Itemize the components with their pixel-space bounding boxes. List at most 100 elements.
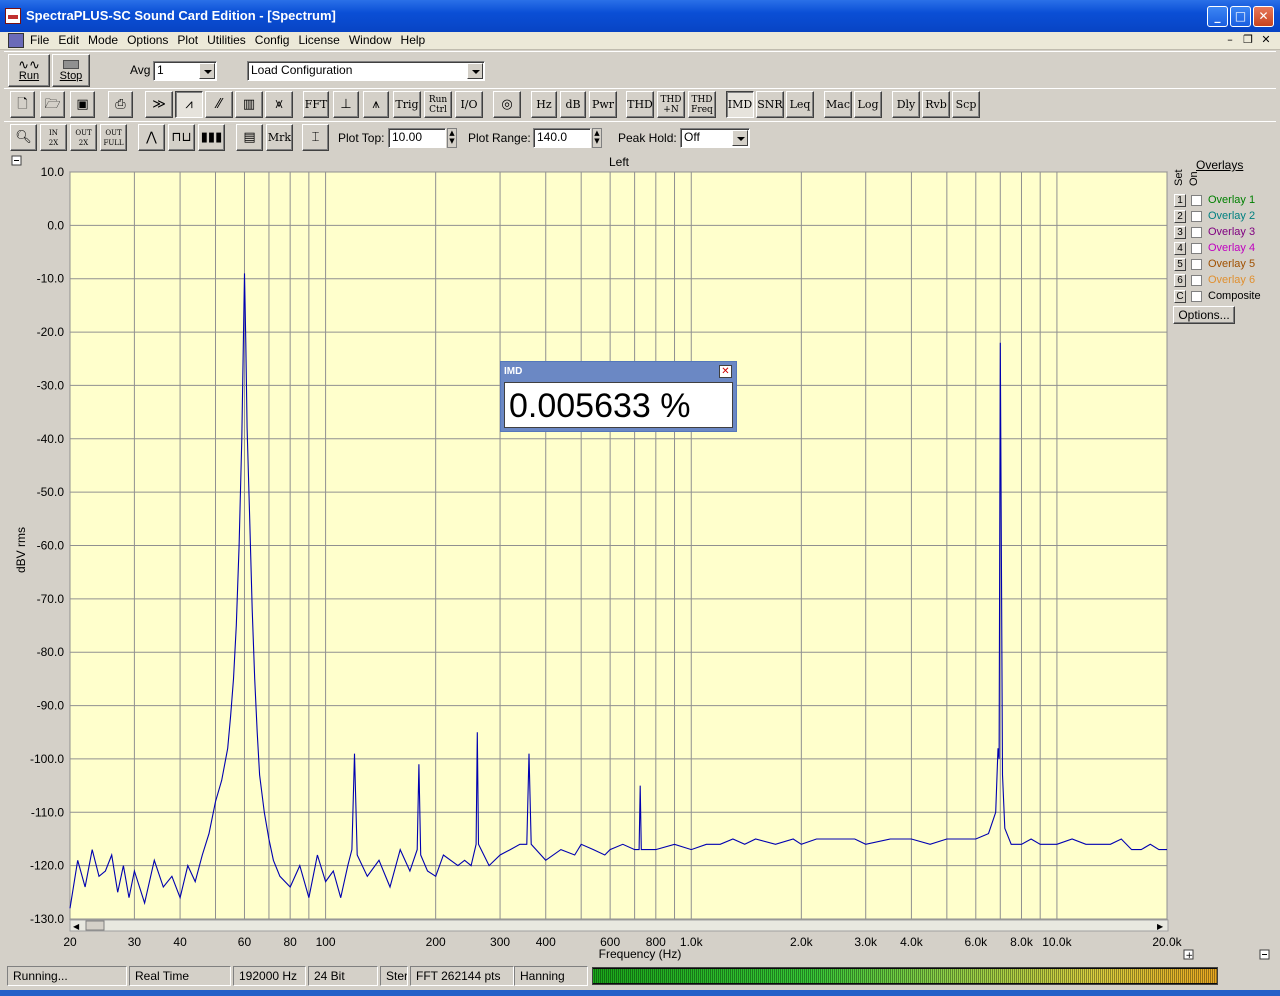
overlay-checkbox[interactable]: [1191, 242, 1202, 254]
marker-label: Mrk: [267, 130, 292, 144]
scrollbar-thumb[interactable]: [85, 920, 105, 931]
mdi-close-button[interactable]: ✕: [1258, 33, 1274, 47]
leq-button[interactable]: Leq: [786, 91, 814, 118]
plot-range-input[interactable]: 140.0: [533, 128, 591, 148]
calibrate-button[interactable]: ⩚: [363, 91, 389, 118]
menu-mode[interactable]: Mode: [88, 33, 122, 47]
close-button[interactable]: ✕: [1253, 6, 1274, 27]
overlay-checkbox[interactable]: [1191, 226, 1202, 238]
plot-top-input[interactable]: 10.00: [388, 128, 446, 148]
snr-button[interactable]: SNR: [756, 91, 784, 118]
delay-label: Dly: [896, 97, 916, 111]
overlay-options-button[interactable]: Options...: [1173, 306, 1235, 324]
chevron-down-icon[interactable]: [199, 63, 215, 79]
io-button[interactable]: I/O: [455, 91, 483, 118]
overlay-label: Composite: [1208, 290, 1261, 302]
thd-button[interactable]: THD: [626, 91, 654, 118]
3d-surface-button[interactable]: ⩙: [265, 91, 293, 118]
peak-hold-select[interactable]: Off: [680, 128, 750, 148]
log-button[interactable]: Log: [854, 91, 882, 118]
hz-button[interactable]: Hz: [531, 91, 557, 118]
overlay-checkbox[interactable]: [1191, 194, 1202, 206]
bar-plot-button[interactable]: ▮▮▮: [198, 124, 225, 151]
overlay-checkbox[interactable]: [1191, 258, 1202, 270]
overlay-set-button[interactable]: 3: [1174, 225, 1186, 239]
step-plot-button[interactable]: ⊓⊔: [168, 124, 195, 151]
chevron-down-icon[interactable]: [467, 63, 483, 79]
minimize-button[interactable]: _: [1207, 6, 1228, 27]
horizontal-scrollbar[interactable]: [69, 919, 1169, 932]
imd-button[interactable]: IMD: [726, 91, 754, 118]
menu-options[interactable]: Options: [127, 33, 172, 47]
run-button[interactable]: ∿∿ Run: [8, 54, 50, 87]
macro-button[interactable]: Mac: [824, 91, 852, 118]
spectrogram-button[interactable]: ▥: [235, 91, 263, 118]
trigger-label: Trig: [395, 97, 419, 111]
zoom-button[interactable]: 🔍︎: [10, 124, 37, 151]
y-tick-label: -130.0: [30, 912, 64, 926]
trigger-button[interactable]: Trig: [393, 91, 421, 118]
menu-config[interactable]: Config: [255, 33, 294, 47]
autoscale-button[interactable]: ⌶: [302, 124, 329, 151]
line-plot-button[interactable]: ⋀: [138, 124, 165, 151]
new-file-button[interactable]: 🗋: [10, 91, 35, 118]
overlay-set-button[interactable]: 5: [1174, 257, 1186, 271]
overlay-set-button[interactable]: 4: [1174, 241, 1186, 255]
document-icon[interactable]: [8, 33, 24, 48]
mdi-restore-button[interactable]: ❐: [1240, 33, 1256, 47]
maximize-button[interactable]: □: [1230, 6, 1251, 27]
time-series-button[interactable]: ≫: [145, 91, 173, 118]
phase-button[interactable]: ⁄⁄: [205, 91, 233, 118]
scope-button[interactable]: Scp: [952, 91, 980, 118]
reverb-button[interactable]: Rvb: [922, 91, 950, 118]
imd-readout-window[interactable]: IMD ✕ 0.005633 %: [500, 361, 737, 432]
plot-top-spinner[interactable]: ▲ ▼: [447, 128, 457, 148]
thd-freq-button[interactable]: THD Freq: [688, 91, 716, 118]
menu-edit[interactable]: Edit: [58, 33, 83, 47]
avg-select[interactable]: 1: [153, 61, 217, 81]
scroll-right-icon[interactable]: ▶: [1157, 922, 1164, 931]
zoom-out-full-button[interactable]: OUT FULL: [100, 124, 127, 151]
x-tick-label: 20.0k: [1152, 935, 1182, 949]
spectrum-button[interactable]: ⩘: [175, 91, 203, 118]
mdi-minimize-button[interactable]: –: [1222, 33, 1238, 47]
chevron-down-icon[interactable]: [732, 130, 748, 146]
thd-n-button[interactable]: THD +N: [657, 91, 685, 118]
power-button[interactable]: Pwr: [589, 91, 617, 118]
grid-button[interactable]: ▤: [236, 124, 263, 151]
overlay-set-button[interactable]: C: [1174, 289, 1186, 303]
configuration-select[interactable]: Load Configuration: [247, 61, 485, 81]
overlay-set-button[interactable]: 1: [1174, 193, 1186, 207]
signal-generator-button[interactable]: ◎: [493, 91, 521, 118]
fft-button[interactable]: FFT: [303, 91, 329, 118]
phase-icon: ⁄⁄: [216, 96, 222, 112]
thd-freq-label: THD Freq: [691, 94, 713, 115]
spectrum-chart[interactable]: Left 10.0 0.0 -10.0 -20.0 -30.0 -40.0 -50.0 -60…: [0, 152, 1280, 964]
menu-help[interactable]: Help: [401, 33, 430, 47]
marker-button[interactable]: Mrk: [266, 124, 293, 151]
menu-utilities[interactable]: Utilities: [207, 33, 250, 47]
delay-button[interactable]: Dly: [892, 91, 920, 118]
menu-plot[interactable]: Plot: [177, 33, 202, 47]
menu-license[interactable]: License: [298, 33, 343, 47]
save-button[interactable]: ▣: [70, 91, 95, 118]
plot-range-spinner[interactable]: ▲ ▼: [592, 128, 602, 148]
overlay-checkbox[interactable]: [1191, 210, 1202, 222]
overlay-set-button[interactable]: 6: [1174, 273, 1186, 287]
overlay-checkbox[interactable]: [1191, 290, 1202, 302]
overlay-set-button[interactable]: 2: [1174, 209, 1186, 223]
scale-button[interactable]: ⊥: [333, 91, 359, 118]
overlay-checkbox[interactable]: [1191, 274, 1202, 286]
menu-file[interactable]: File: [30, 33, 53, 47]
zoom-in-2x-button[interactable]: IN 2X: [40, 124, 67, 151]
db-button[interactable]: dB: [560, 91, 586, 118]
open-file-button[interactable]: 🗁: [40, 91, 65, 118]
close-icon[interactable]: ✕: [719, 365, 732, 378]
y-tick-label: 0.0: [47, 218, 64, 232]
scroll-left-icon[interactable]: ◀: [73, 922, 80, 931]
print-button[interactable]: ⎙: [108, 91, 133, 118]
zoom-out-2x-button[interactable]: OUT 2X: [70, 124, 97, 151]
menu-window[interactable]: Window: [349, 33, 396, 47]
run-control-button[interactable]: Run Ctrl: [424, 91, 452, 118]
stop-button[interactable]: Stop: [52, 54, 90, 87]
